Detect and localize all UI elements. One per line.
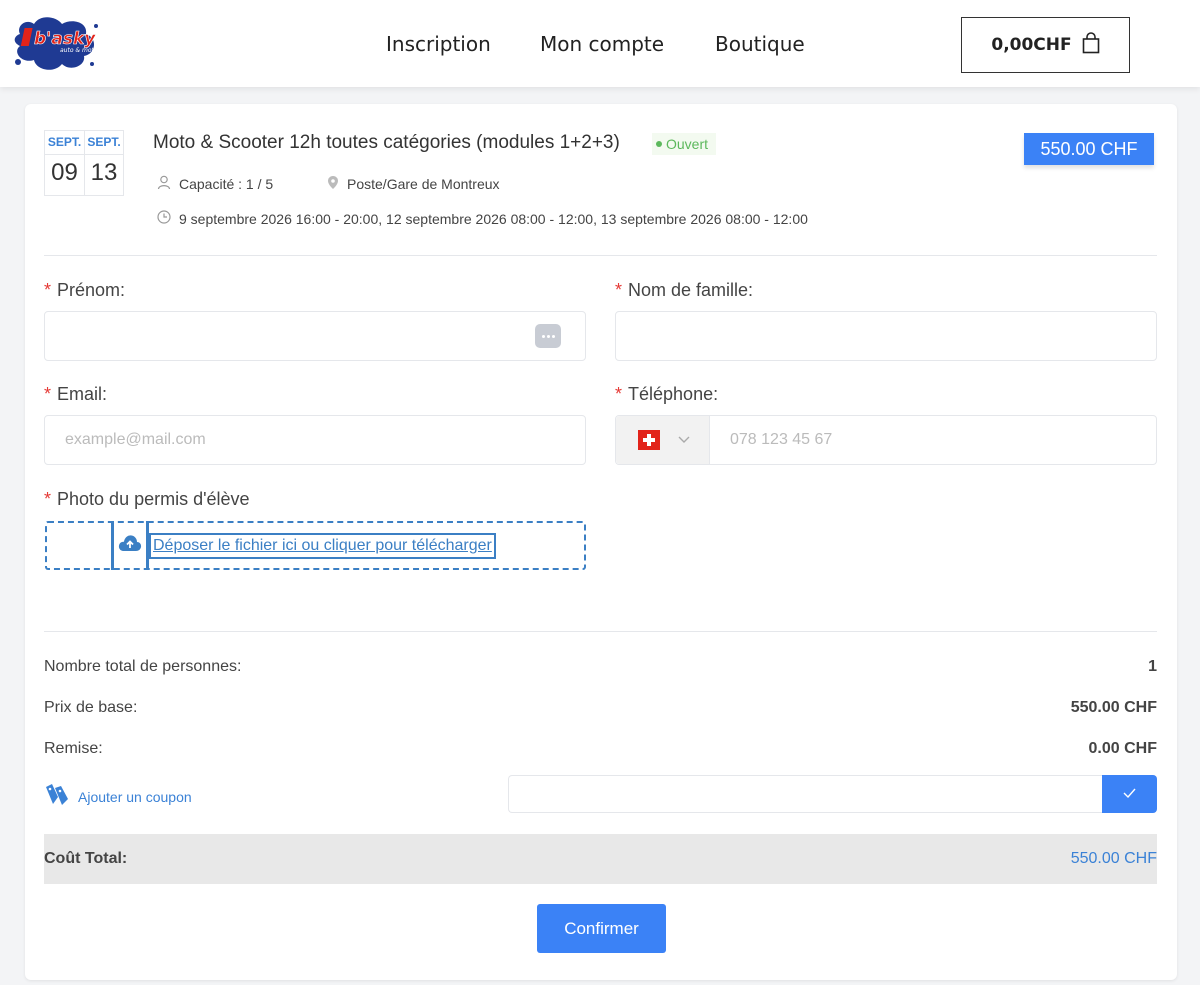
add-coupon-label: Ajouter un coupon [78, 788, 192, 805]
file-dropzone[interactable]: Déposer le fichier ici ou cliquer pour t… [45, 521, 586, 570]
brand-logo[interactable]: b'asky auto & moto [12, 12, 100, 74]
email-input[interactable]: example@mail.com [44, 415, 586, 465]
start-day: 09 [45, 154, 84, 195]
event-date-range: SEPT. 09 SEPT. 13 [44, 130, 124, 196]
people-count-label: Nombre total de personnes: [44, 658, 242, 675]
coupon-tag-icon [44, 783, 70, 810]
schedule-text: 9 septembre 2026 16:00 - 20:00, 12 septe… [179, 210, 808, 227]
phone-placeholder: 078 123 45 67 [730, 431, 833, 448]
capacity-text: Capacité : 1 / 5 [179, 176, 274, 192]
capacity-info: Capacité : 1 / 5 [157, 175, 273, 193]
base-price-value: 550.00 CHF [1070, 699, 1157, 716]
password-manager-icon[interactable] [535, 324, 561, 348]
site-header: b'asky auto & moto Inscription Mon compt… [0, 0, 1200, 87]
check-icon [1123, 785, 1136, 803]
people-count-row: Nombre total de personnes: 1 [44, 658, 1157, 676]
divider [44, 255, 1157, 256]
svg-text:auto & moto: auto & moto [60, 47, 98, 54]
last-name-label: * Nom de famille: [615, 280, 754, 300]
chevron-down-icon [678, 431, 690, 449]
location-text: Poste/Gare de Montreux [347, 176, 500, 192]
end-date: SEPT. 13 [83, 131, 123, 195]
cart-button[interactable]: 0,00CHF [961, 17, 1130, 73]
discount-row: Remise: 0.00 CHF [44, 740, 1157, 758]
schedule-info: 9 septembre 2026 16:00 - 20:00, 12 septe… [157, 210, 808, 227]
coupon-input[interactable] [508, 775, 1104, 813]
nav-mon-compte[interactable]: Mon compte [540, 0, 664, 87]
cart-total: 0,00CHF [991, 35, 1072, 55]
price-badge: 550.00 CHF [1024, 133, 1154, 165]
svg-text:b'asky: b'asky [34, 29, 96, 49]
base-price-row: Prix de base: 550.00 CHF [44, 699, 1157, 717]
total-value: 550.00 CHF [1070, 850, 1157, 867]
first-name-input[interactable] [44, 311, 586, 361]
country-selector[interactable] [616, 416, 710, 464]
phone-input[interactable]: 078 123 45 67 [615, 415, 1157, 465]
discount-value: 0.00 CHF [1088, 740, 1157, 757]
phone-label: * Téléphone: [615, 384, 719, 404]
end-month: SEPT. [87, 135, 121, 149]
base-price-label: Prix de base: [44, 699, 138, 716]
start-date: SEPT. 09 [45, 131, 84, 195]
people-count-value: 1 [1148, 658, 1157, 675]
confirm-button[interactable]: Confirmer [537, 904, 666, 953]
map-pin-icon [327, 175, 339, 193]
event-title: Moto & Scooter 12h toutes catégories (mo… [153, 132, 620, 153]
nav-boutique[interactable]: Boutique [715, 0, 805, 87]
end-day: 13 [84, 154, 123, 195]
first-name-label: * Prénom: [44, 280, 126, 300]
clock-icon [157, 210, 171, 227]
location-info: Poste/Gare de Montreux [327, 175, 500, 193]
email-label: * Email: [44, 384, 108, 404]
start-month: SEPT. [47, 135, 82, 149]
permit-photo-label: * Photo du permis d'élève [44, 489, 250, 509]
apply-coupon-button[interactable] [1102, 775, 1157, 813]
discount-label: Remise: [44, 740, 103, 757]
user-icon [157, 175, 171, 193]
upload-link[interactable]: Déposer le fichier ici ou cliquer pour t… [149, 533, 496, 559]
cloud-upload-icon [118, 534, 142, 557]
status-dot-icon [656, 141, 662, 147]
total-row: Coût Total: 550.00 CHF [44, 834, 1157, 884]
add-coupon-link[interactable]: Ajouter un coupon [44, 783, 192, 810]
divider [44, 631, 1157, 632]
last-name-input[interactable] [615, 311, 1157, 361]
swiss-flag-icon [638, 430, 660, 450]
total-label: Coût Total: [44, 850, 128, 867]
upload-button[interactable] [111, 521, 149, 570]
shopping-bag-icon [1082, 31, 1100, 59]
nav-inscription[interactable]: Inscription [386, 0, 491, 87]
status-badge: Ouvert [652, 133, 717, 155]
